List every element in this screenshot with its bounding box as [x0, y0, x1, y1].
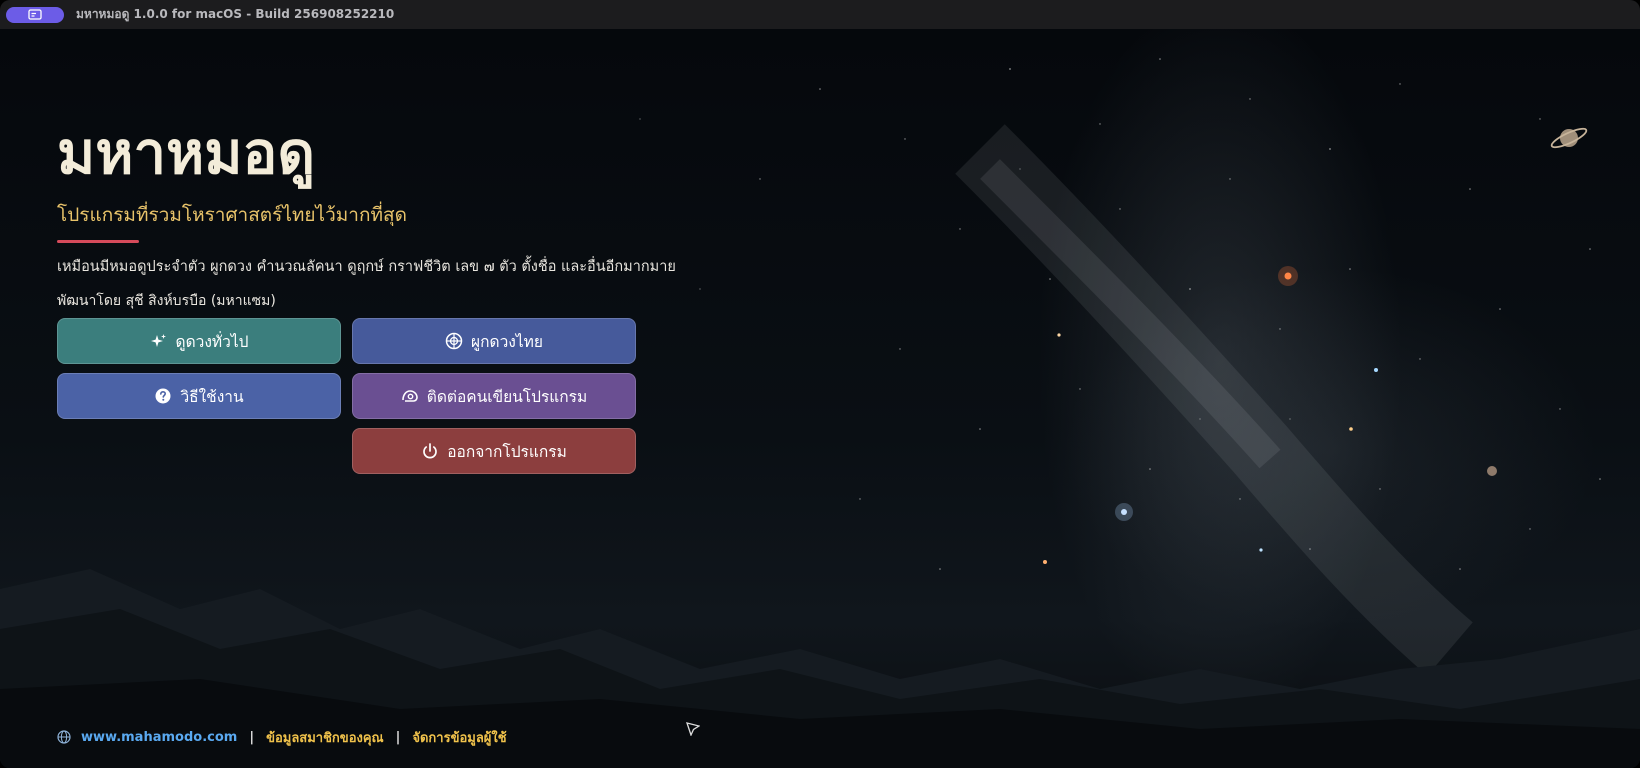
app-subtitle: โปรแกรมที่รวมโหราศาสตร์ไทยไว้มากที่สุด: [57, 204, 407, 226]
footer-separator: |: [249, 729, 255, 745]
thai-chart-label: ผูกดวงไทย: [471, 332, 543, 351]
power-icon: [421, 442, 439, 460]
thai-chart-button[interactable]: ผูกดวงไทย: [352, 318, 636, 364]
contact-icon: [401, 387, 419, 405]
app-window-icon[interactable]: [6, 6, 64, 23]
help-circle-icon: [154, 387, 172, 405]
general-horoscope-button[interactable]: ดูดวงทั่วไป: [57, 318, 341, 364]
developer-credit: พัฒนาโดย สุชี สิงห์บรบือ (มหาแซม): [57, 293, 276, 309]
app-window: มหาหมอดู 1.0.0 for macOS - Build 2569082…: [0, 0, 1640, 768]
exit-program-button[interactable]: ออกจากโปรแกรม: [352, 428, 636, 474]
accent-divider: [57, 240, 139, 243]
sparkle-icon: [150, 332, 168, 350]
general-horoscope-label: ดูดวงทั่วไป: [175, 332, 249, 351]
member-info-link[interactable]: ข้อมูลสมาชิกของคุณ: [266, 727, 384, 748]
app-title: มหาหมอดู: [57, 119, 315, 187]
window-glyph-icon: [28, 9, 42, 20]
mouse-cursor-icon: [686, 722, 700, 736]
globe-icon: [57, 730, 71, 744]
contact-developer-button[interactable]: ติดต่อคนเขียนโปรแกรม: [352, 373, 636, 419]
window-title: มหาหมอดู 1.0.0 for macOS - Build 2569082…: [76, 7, 395, 21]
app-description: เหมือนมีหมอดูประจำตัว ผูกดวง คำนวณลัคนา …: [57, 259, 676, 275]
website-link[interactable]: www.mahamodo.com: [81, 730, 237, 745]
exit-program-label: ออกจากโปรแกรม: [447, 442, 567, 461]
hero: มหาหมอดู โปรแกรมที่รวมโหราศาสตร์ไทยไว้มา…: [57, 110, 676, 312]
manage-users-link[interactable]: จัดการข้อมูลผู้ใช้: [412, 727, 506, 748]
how-to-use-button[interactable]: วิธีใช้งาน: [57, 373, 341, 419]
footer-separator: |: [395, 729, 401, 745]
title-bar: มหาหมอดู 1.0.0 for macOS - Build 2569082…: [0, 0, 1640, 30]
contact-developer-label: ติดต่อคนเขียนโปรแกรม: [426, 387, 588, 406]
zodiac-wheel-icon: [445, 332, 463, 350]
footer-links: www.mahamodo.com | ข้อมูลสมาชิกของคุณ | …: [57, 726, 507, 748]
how-to-use-label: วิธีใช้งาน: [180, 387, 244, 406]
